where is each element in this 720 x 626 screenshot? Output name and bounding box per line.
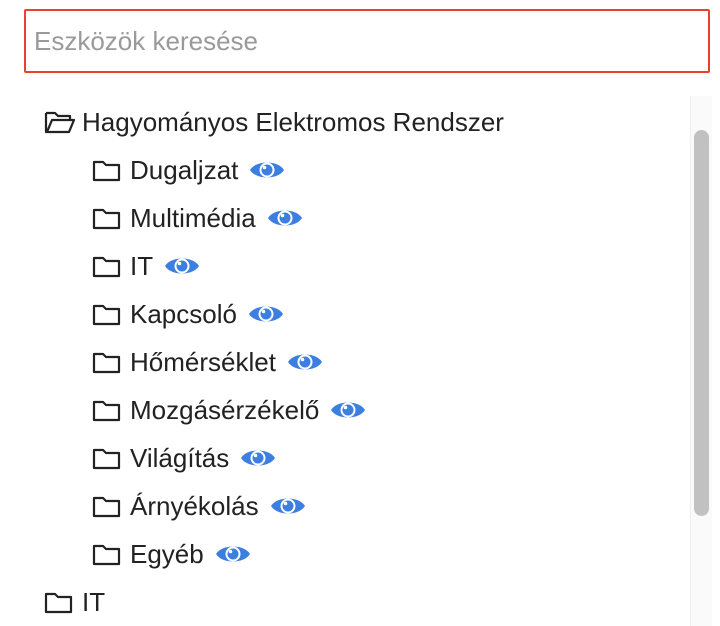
tree-node-child[interactable]: Multimédia [92, 196, 304, 240]
tree-node-label[interactable]: Árnyékolás [130, 484, 259, 528]
scrollbar[interactable] [690, 96, 712, 626]
tree-node-label[interactable]: Egyéb [130, 532, 204, 576]
tree-node-label[interactable]: Dugaljzat [130, 148, 238, 192]
folder-icon[interactable] [92, 493, 122, 519]
eye-icon[interactable] [163, 253, 201, 279]
eye-icon[interactable] [247, 301, 285, 327]
folder-icon[interactable] [92, 157, 122, 183]
eye-icon[interactable] [329, 397, 367, 423]
tree-node-child[interactable]: Árnyékolás [92, 484, 307, 528]
tree-node-child[interactable]: Hőmérséklet [92, 340, 324, 384]
tree-node-label[interactable]: Mozgásérzékelő [130, 388, 319, 432]
tree-node-label[interactable]: Kapcsoló [130, 292, 237, 336]
folder-icon[interactable] [44, 589, 74, 615]
folder-icon[interactable] [92, 205, 122, 231]
tree-node-child[interactable]: Mozgásérzékelő [92, 388, 367, 432]
tree-node-child[interactable]: Egyéb [92, 532, 252, 576]
search-box[interactable] [24, 9, 710, 73]
device-tree: Hagyományos Elektromos Rendszer Dugaljza… [0, 96, 690, 626]
tree-node-label[interactable]: IT [82, 580, 105, 624]
tree-node-child[interactable]: IT [92, 244, 201, 288]
tree-node-label[interactable]: Világítás [130, 436, 229, 480]
eye-icon[interactable] [248, 157, 286, 183]
folder-icon[interactable] [92, 541, 122, 567]
tree-node-label[interactable]: Hőmérséklet [130, 340, 276, 384]
eye-icon[interactable] [266, 205, 304, 231]
tree-node-child[interactable]: Kapcsoló [92, 292, 285, 336]
folder-icon[interactable] [92, 397, 122, 423]
tree-node-label[interactable]: Multimédia [130, 196, 256, 240]
tree-node-child[interactable]: Világítás [92, 436, 277, 480]
tree-node-label[interactable]: IT [130, 244, 153, 288]
eye-icon[interactable] [214, 541, 252, 567]
eye-icon[interactable] [239, 445, 277, 471]
tree-node-root[interactable]: IT [44, 580, 105, 624]
scrollbar-thumb[interactable] [694, 130, 709, 516]
tree-node-root[interactable]: Hagyományos Elektromos Rendszer [44, 100, 504, 144]
folder-icon[interactable] [92, 349, 122, 375]
eye-icon[interactable] [286, 349, 324, 375]
tree-node-label[interactable]: Hagyományos Elektromos Rendszer [82, 100, 504, 144]
search-input[interactable] [26, 11, 708, 71]
folder-icon[interactable] [92, 253, 122, 279]
folder-icon[interactable] [92, 445, 122, 471]
eye-icon[interactable] [269, 493, 307, 519]
tree-node-child[interactable]: Dugaljzat [92, 148, 286, 192]
folder-open-icon[interactable] [44, 109, 76, 135]
folder-icon[interactable] [92, 301, 122, 327]
